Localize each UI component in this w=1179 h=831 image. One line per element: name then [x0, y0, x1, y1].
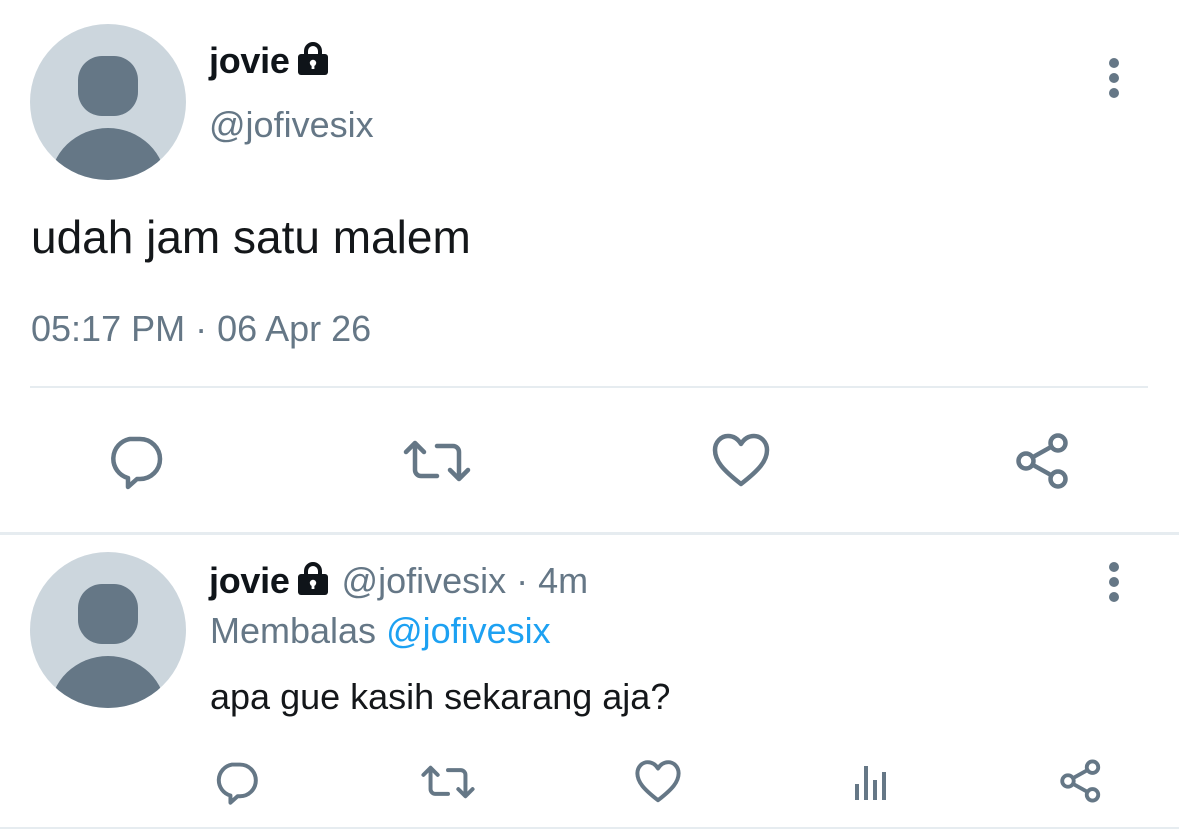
tweet-text: apa gue kasih sekarang aja? — [210, 676, 671, 717]
display-name[interactable]: jovie — [209, 40, 290, 82]
default-avatar-icon — [50, 584, 166, 708]
section-separator — [0, 532, 1179, 535]
retweet-icon[interactable] — [403, 430, 471, 492]
author-name-row: jovie @jofivesix · 4m — [209, 560, 588, 602]
tweet-time-ago: · 4m — [516, 560, 589, 601]
tweet-text: udah jam satu malem — [31, 211, 471, 263]
share-icon[interactable] — [1012, 430, 1074, 492]
replying-to-label: Membalas — [210, 610, 377, 651]
display-name[interactable]: jovie — [209, 560, 290, 602]
avatar[interactable] — [30, 24, 186, 180]
bottom-divider — [0, 827, 1179, 829]
more-options-icon[interactable] — [1099, 58, 1129, 98]
heart-icon[interactable] — [710, 430, 772, 492]
retweet-icon[interactable] — [420, 758, 476, 806]
replying-to: Membalas @jofivesix — [210, 610, 551, 652]
replying-to-mention[interactable]: @jofivesix — [386, 610, 551, 651]
more-options-icon[interactable] — [1099, 562, 1129, 602]
tweet-timestamp[interactable]: 05:17 PM · 06 Apr 26 — [31, 308, 371, 350]
author-name-row: jovie — [209, 40, 330, 82]
reply-icon[interactable] — [104, 430, 166, 492]
avatar[interactable] — [30, 552, 186, 708]
lock-icon — [296, 41, 330, 82]
heart-icon[interactable] — [634, 758, 682, 806]
share-icon[interactable] — [1056, 756, 1106, 806]
reply-icon[interactable] — [212, 758, 260, 806]
author-handle[interactable]: @jofivesix — [342, 560, 507, 602]
default-avatar-icon — [50, 56, 166, 180]
author-handle[interactable]: @jofivesix — [209, 104, 374, 146]
divider — [30, 386, 1148, 388]
lock-icon — [296, 561, 330, 602]
analytics-icon[interactable] — [848, 758, 892, 806]
